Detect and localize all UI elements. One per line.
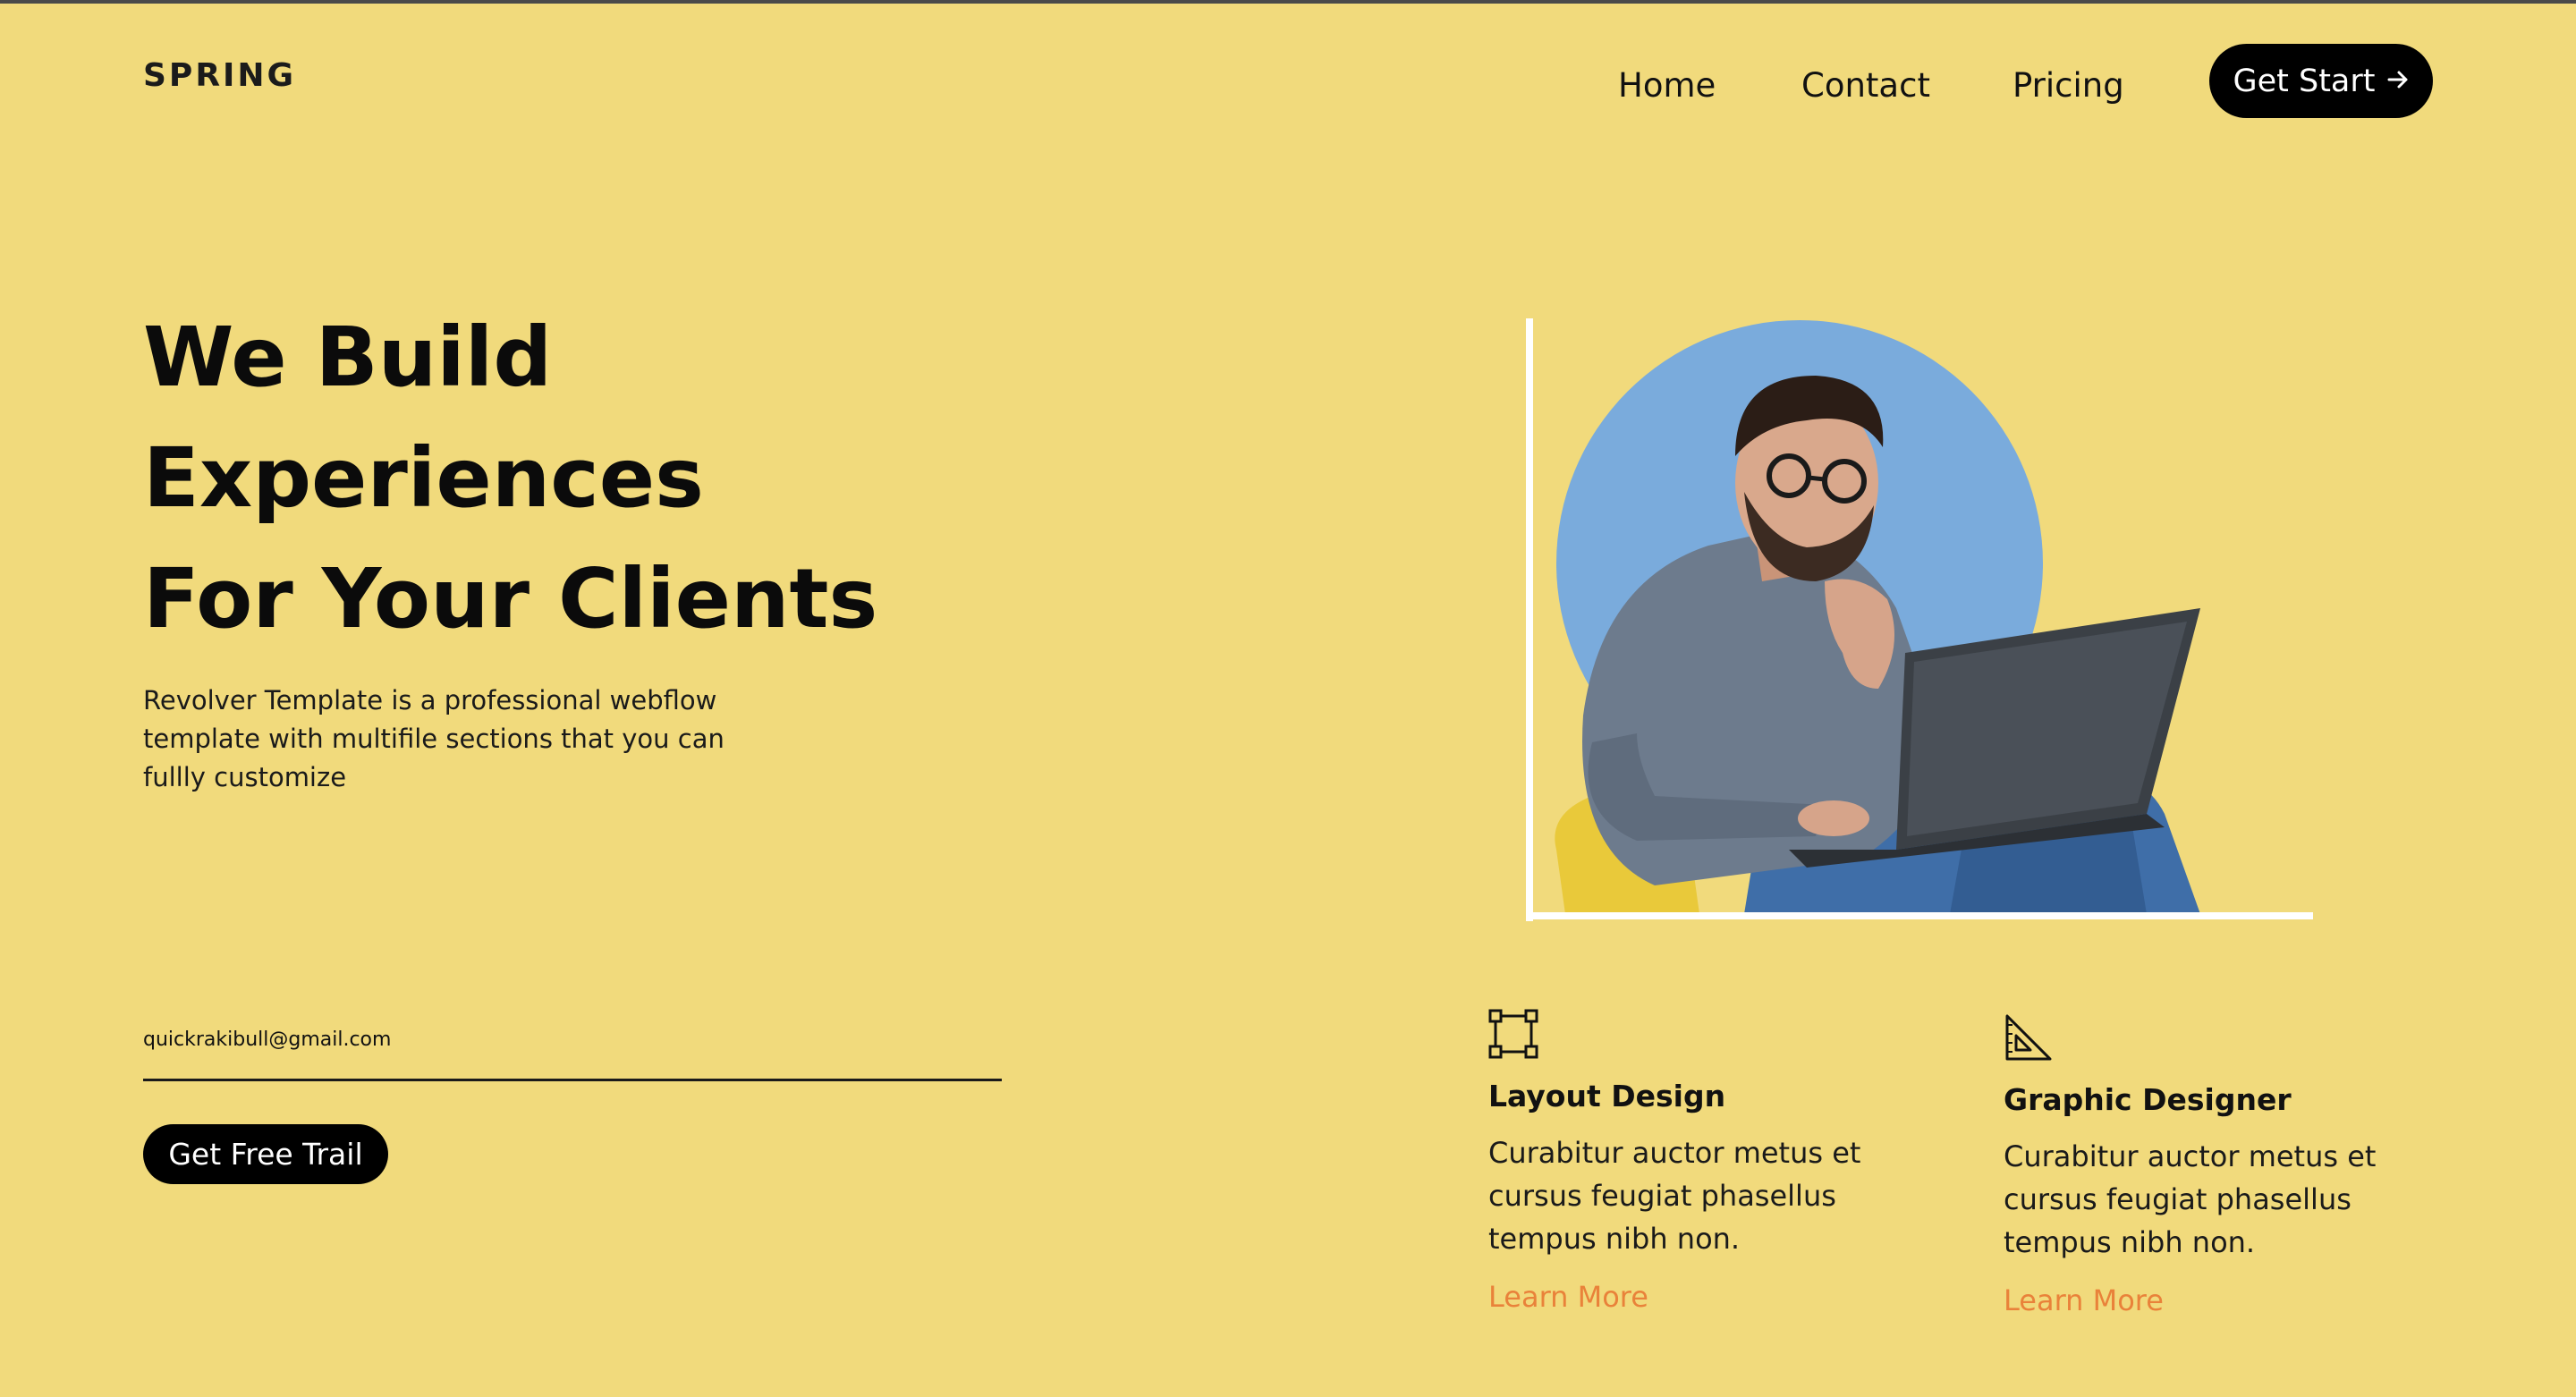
email-input[interactable]: quickrakibull@gmail.com [143, 1029, 391, 1051]
learn-more-link[interactable]: Learn More [2004, 1283, 2164, 1317]
nav-home-link[interactable]: Home [1618, 66, 1716, 105]
get-start-button[interactable]: Get Start [2209, 44, 2433, 118]
frame-vertical-line [1526, 318, 1533, 921]
brand-logo[interactable]: SPRING [143, 57, 296, 94]
hero-heading-line-2: Experiences [143, 430, 704, 526]
email-input-underline [143, 1079, 1002, 1081]
feature-title: Graphic Designer [2004, 1082, 2292, 1117]
feature-text: Curabitur auctor metus et cursus feugiat… [2004, 1139, 2377, 1259]
hero-illustration [1521, 313, 2326, 921]
window-top-border [0, 0, 2576, 4]
hero-heading: We Build Experiences For Your Clients [143, 297, 877, 659]
hero-heading-line-1: We Build [143, 309, 553, 405]
feature-text: Curabitur auctor metus et cursus feugiat… [1488, 1136, 1861, 1256]
hero-description: Revolver Template is a professional webf… [143, 685, 724, 792]
nav-contact-link[interactable]: Contact [1801, 66, 1930, 105]
frame-horizontal-line [1526, 912, 2313, 919]
layout-frame-icon [1488, 1009, 1538, 1059]
set-square-icon [2004, 1012, 2054, 1063]
free-trial-button[interactable]: Get Free Trail [143, 1124, 388, 1184]
feature-title: Layout Design [1488, 1079, 1726, 1113]
hero-heading-line-3: For Your Clients [143, 551, 878, 647]
nav-pricing-link[interactable]: Pricing [2012, 66, 2124, 105]
arrow-right-icon [2386, 65, 2410, 97]
man-with-laptop-image [1555, 376, 2200, 914]
learn-more-link[interactable]: Learn More [1488, 1280, 1648, 1314]
get-start-label: Get Start [2233, 63, 2376, 99]
feature-card-graphic-designer: Graphic Designer Curabitur auctor metus … [2004, 1012, 2415, 1317]
feature-card-layout-design: Layout Design Curabitur auctor metus et … [1488, 1009, 1900, 1314]
